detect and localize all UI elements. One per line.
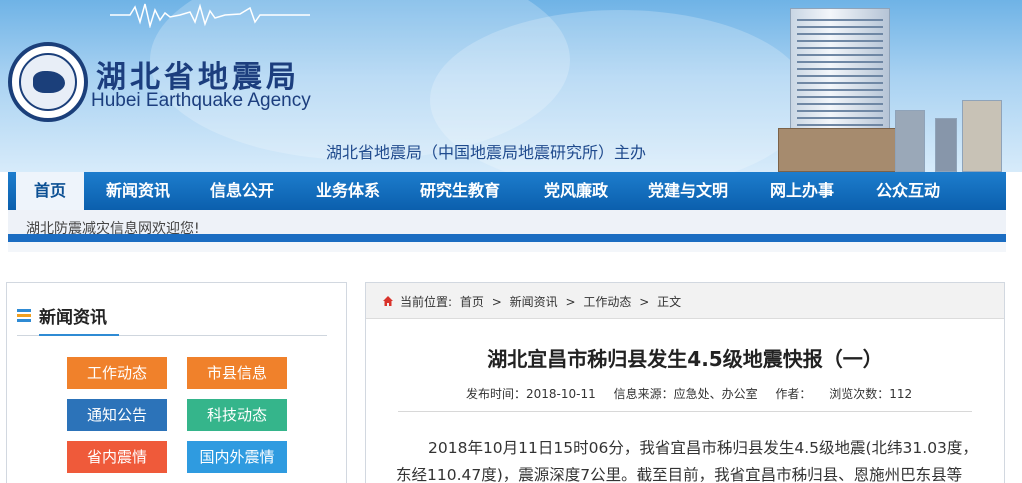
breadcrumb-separator: > (639, 295, 650, 309)
nav-item-public-interaction[interactable]: 公众互动 (862, 172, 954, 210)
info-source: 信息来源：应急处、办公室 (613, 387, 758, 401)
article-title: 湖北宜昌市秭归县发生4.5级地震快报（一） (487, 347, 883, 371)
category-tech-news[interactable]: 科技动态 (187, 399, 287, 431)
article-meta: 发布时间：2018-10-11 信息来源：应急处、办公室 作者： 浏览次数：11… (466, 385, 926, 402)
category-world-quakes[interactable]: 国内外震情 (187, 441, 287, 473)
breadcrumb-prefix: 当前位置: (400, 295, 453, 309)
building-illustration (895, 110, 925, 172)
publish-time: 发布时间：2018-10-11 (466, 387, 596, 401)
breadcrumb-link-home[interactable]: 首页 (460, 295, 484, 309)
nav-item-graduate[interactable]: 研究生教育 (406, 172, 514, 210)
view-count: 浏览次数：112 (829, 387, 913, 401)
nav-item-home[interactable]: 首页 (16, 172, 84, 210)
site-name-en: Hubei Earthquake Agency (91, 90, 311, 111)
site-header: 湖北省地震局 Hubei Earthquake Agency 湖北省地震局（中国… (0, 0, 1022, 172)
page: 湖北省地震局 Hubei Earthquake Agency 湖北省地震局（中国… (0, 0, 1022, 483)
nav-item-info-disclosure[interactable]: 信息公开 (196, 172, 288, 210)
breadcrumb-link-news[interactable]: 新闻资讯 (510, 295, 558, 309)
home-icon (383, 296, 393, 306)
article-body: 2018年10月11日15时06分，我省宜昌市秭归县发生4.5级地震(北纬31.… (396, 435, 982, 483)
category-province-quakes[interactable]: 省内震情 (67, 441, 167, 473)
nav-item-news[interactable]: 新闻资讯 (88, 172, 188, 210)
author: 作者： (775, 387, 812, 401)
sidebar-title: 新闻资讯 (39, 308, 107, 328)
breadcrumb-link-work-news[interactable]: 工作动态 (583, 295, 631, 309)
seismic-wave-icon (110, 3, 310, 28)
nav-item-online-service[interactable]: 网上办事 (756, 172, 848, 210)
article-panel: 当前位置: 首页 > 新闻资讯 > 工作动态 > 正文 湖北宜昌市秭归县发生4.… (365, 282, 1005, 483)
building-illustration (935, 118, 957, 172)
divider (8, 242, 1006, 252)
list-icon (17, 309, 31, 323)
divider (17, 334, 327, 336)
welcome-bar: 湖北防震减灾信息网欢迎您! (8, 210, 1006, 242)
sponsor-text: 湖北省地震局（中国地震局地震研究所）主办 (326, 143, 647, 162)
category-work-news[interactable]: 工作动态 (67, 357, 167, 389)
nav-item-business[interactable]: 业务体系 (302, 172, 394, 210)
nav-item-party-building[interactable]: 党建与文明 (634, 172, 742, 210)
category-county-info[interactable]: 市县信息 (187, 357, 287, 389)
category-notices[interactable]: 通知公告 (67, 399, 167, 431)
sidebar: 新闻资讯 工作动态 市县信息 通知公告 科技动态 省内震情 国内外震情 (6, 282, 347, 483)
breadcrumb-separator: > (491, 295, 502, 309)
building-illustration (962, 100, 1002, 172)
agency-seal-icon[interactable] (8, 42, 88, 122)
article-paragraph: 2018年10月11日15时06分，我省宜昌市秭归县发生4.5级地震(北纬31.… (396, 439, 978, 483)
welcome-text: 湖北防震减灾信息网欢迎您! (26, 221, 200, 237)
divider (398, 411, 972, 412)
breadcrumb-current: 正文 (657, 295, 682, 309)
breadcrumb: 当前位置: 首页 > 新闻资讯 > 工作动态 > 正文 (366, 283, 1004, 319)
nav-item-integrity[interactable]: 党风廉政 (530, 172, 622, 210)
breadcrumb-separator: > (565, 295, 576, 309)
main-nav: 首页 新闻资讯 信息公开 业务体系 研究生教育 党风廉政 党建与文明 网上办事 … (8, 172, 1006, 210)
breadcrumb-trail: 当前位置: 首页 > 新闻资讯 > 工作动态 > 正文 (400, 293, 685, 310)
